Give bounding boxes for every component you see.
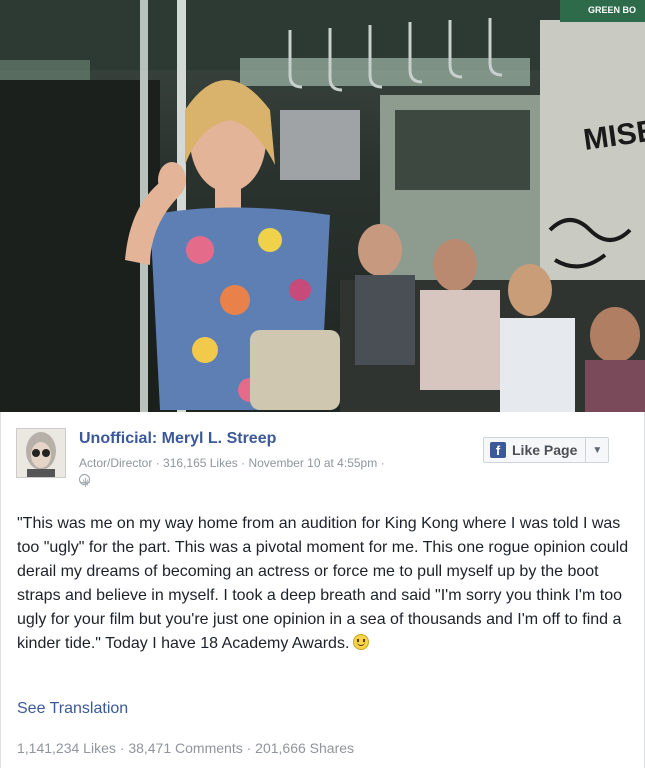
post-photo[interactable]: MISE GREEN BO (0, 0, 645, 412)
post-text: "This was me on my way home from an audi… (17, 515, 629, 652)
like-page-label: Like Page (512, 442, 578, 458)
subway-scene-illustration: MISE GREEN BO (0, 0, 645, 412)
post-meta: Actor/Director · 316,165 Likes · Novembe… (79, 456, 385, 470)
like-page-main[interactable]: f Like Page (484, 438, 585, 462)
facebook-logo-icon: f (490, 442, 506, 458)
smiley-emoji-icon (353, 634, 370, 650)
globe-icon[interactable] (79, 474, 90, 487)
stats-separator: · (246, 740, 256, 756)
post-shares-count[interactable]: 201,666 Shares (255, 740, 354, 756)
post-stats: 1,141,234 Likes · 38,471 Comments · 201,… (17, 740, 354, 756)
avatar-portrait (17, 429, 65, 477)
page-likes-count[interactable]: 316,165 Likes (163, 456, 238, 470)
page-category: Actor/Director (79, 456, 153, 470)
page-name-link[interactable]: Unofficial: Meryl L. Streep (79, 430, 276, 448)
post-comments-count[interactable]: 38,471 Comments (128, 740, 242, 756)
svg-text:GREEN BO: GREEN BO (588, 5, 636, 15)
post-likes-count[interactable]: 1,141,234 Likes (17, 740, 116, 756)
meta-separator: · (380, 456, 385, 470)
see-translation-link[interactable]: See Translation (17, 700, 128, 718)
post-body: "This was me on my way home from an audi… (17, 512, 629, 656)
page-avatar[interactable] (16, 428, 66, 478)
post-card: Unofficial: Meryl L. Streep Actor/Direct… (0, 412, 645, 768)
like-page-button[interactable]: f Like Page ▼ (483, 437, 610, 463)
meta-separator: · (155, 456, 164, 470)
chevron-down-icon[interactable]: ▼ (585, 438, 608, 462)
post-timestamp[interactable]: November 10 at 4:55pm (248, 456, 377, 470)
